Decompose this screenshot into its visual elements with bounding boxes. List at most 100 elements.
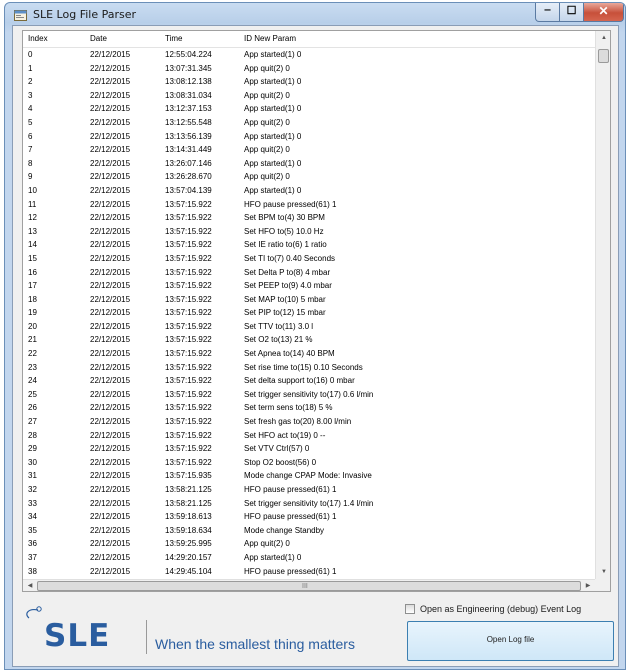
cell-index: 10	[28, 185, 37, 195]
cell-id-new-param: Set PEEP to(9) 4.0 mbar	[244, 281, 332, 291]
cell-index: 26	[28, 403, 37, 413]
table-row[interactable]: 37 22/12/2015 14:29:20.157 App started(1) 0	[23, 551, 595, 565]
cell-id-new-param: Set VTV Ctrl(57) 0	[244, 444, 310, 454]
scroll-up-icon[interactable]: ▲	[596, 31, 610, 45]
cell-index: 19	[28, 308, 37, 318]
maximize-button[interactable]: ☐	[560, 3, 584, 22]
table-row[interactable]: 24 22/12/2015 13:57:15.922 Set delta suppor…	[23, 374, 595, 388]
cell-time: 13:57:15.922	[165, 444, 212, 454]
cell-date: 22/12/2015	[90, 376, 131, 386]
cell-time: 13:57:15.922	[165, 376, 212, 386]
cell-date: 22/12/2015	[90, 362, 131, 372]
cell-time: 13:57:15.922	[165, 267, 212, 277]
table-row[interactable]: 32 22/12/2015 13:58:21.125 HFO pause presse…	[23, 483, 595, 497]
scroll-right-icon[interactable]: ▶	[581, 580, 595, 591]
vertical-scrollbar[interactable]: ▲ ▼	[595, 31, 610, 579]
app-icon[interactable]	[14, 9, 27, 21]
table-row[interactable]: 8 22/12/2015 13:26:07.146 App started(1) 0	[23, 157, 595, 171]
cell-index: 28	[28, 430, 37, 440]
column-header-time[interactable]: Time	[165, 34, 182, 43]
table-row[interactable]: 35 22/12/2015 13:59:18.634 Mode change Stan…	[23, 524, 595, 538]
cell-date: 22/12/2015	[90, 552, 131, 562]
table-row[interactable]: 34 22/12/2015 13:59:18.613 HFO pause presse…	[23, 510, 595, 524]
scroll-grip: III	[302, 583, 308, 590]
debug-checkbox-label[interactable]: Open as Engineering (debug) Event Log	[420, 604, 581, 614]
scroll-left-icon[interactable]: ◀	[23, 580, 37, 591]
table-row[interactable]: 0 22/12/2015 12:55:04.224 App started(1) 0	[23, 48, 595, 62]
cell-time: 12:55:04.224	[165, 50, 212, 59]
table-row[interactable]: 25 22/12/2015 13:57:15.922 Set trigger sens…	[23, 388, 595, 402]
table-row[interactable]: 11 22/12/2015 13:57:15.922 HFO pause presse…	[23, 198, 595, 212]
cell-id-new-param: HFO pause pressed(61) 1	[244, 512, 337, 522]
debug-checkbox[interactable]	[405, 604, 415, 614]
table-row[interactable]: 21 22/12/2015 13:57:15.922 Set O2 to(13) 21…	[23, 333, 595, 347]
table-row[interactable]: 1 22/12/2015 13:07:31.345 App quit(2) 0	[23, 62, 595, 76]
table-row[interactable]: 12 22/12/2015 13:57:15.922 Set BPM to(4) 30…	[23, 211, 595, 225]
table-row[interactable]: 26 22/12/2015 13:57:15.922 Set term sens to…	[23, 401, 595, 415]
cell-id-new-param: Set Delta P to(8) 4 mbar	[244, 267, 331, 277]
table-row[interactable]: 3 22/12/2015 13:08:31.034 App quit(2) 0	[23, 89, 595, 103]
cell-date: 22/12/2015	[90, 457, 131, 467]
cell-index: 34	[28, 512, 37, 522]
cell-index: 5	[28, 117, 33, 127]
cell-time: 13:59:18.634	[165, 525, 212, 535]
log-grid[interactable]: Index Date Time ID New Param 0 22/12/2015…	[22, 30, 611, 592]
cell-time: 13:58:21.125	[165, 498, 212, 508]
table-row[interactable]: 20 22/12/2015 13:57:15.922 Set TTV to(11) 3…	[23, 320, 595, 334]
cell-date: 22/12/2015	[90, 158, 131, 168]
table-row[interactable]: 16 22/12/2015 13:57:15.922 Set Delta P to(8…	[23, 266, 595, 280]
cell-time: 13:58:21.125	[165, 485, 212, 494]
cell-date: 22/12/2015	[90, 485, 131, 494]
table-row[interactable]: 27 22/12/2015 13:57:15.922 Set fresh gas to…	[23, 415, 595, 429]
table-row[interactable]: 29 22/12/2015 13:57:15.922 Set VTV Ctrl(57)…	[23, 442, 595, 456]
cell-index: 15	[28, 253, 37, 263]
table-row[interactable]: 7 22/12/2015 13:14:31.449 App quit(2) 0	[23, 143, 595, 157]
cell-time: 13:57:15.922	[165, 457, 212, 467]
table-row[interactable]: 38 22/12/2015 14:29:45.104 HFO pause presse…	[23, 565, 595, 579]
table-row[interactable]: 6 22/12/2015 13:13:56.139 App started(1) 0	[23, 130, 595, 144]
table-row[interactable]: 36 22/12/2015 13:59:25.995 App quit(2) 0	[23, 537, 595, 551]
table-row[interactable]: 31 22/12/2015 13:57:15.935 Mode change CPAP…	[23, 469, 595, 483]
table-row[interactable]: 10 22/12/2015 13:57:04.139 App started(1) 0	[23, 184, 595, 198]
minimize-button[interactable]: ‒	[535, 3, 560, 22]
table-row[interactable]: 23 22/12/2015 13:57:15.922 Set rise time to…	[23, 361, 595, 375]
cell-index: 18	[28, 294, 37, 304]
column-header-index[interactable]: Index	[28, 34, 48, 43]
table-row[interactable]: 13 22/12/2015 13:57:15.922 Set HFO to(5) 10…	[23, 225, 595, 239]
title-bar[interactable]: SLE Log File Parser ‒ ☐ ✕	[5, 3, 625, 25]
cell-time: 13:57:15.922	[165, 349, 212, 359]
table-row[interactable]: 28 22/12/2015 13:57:15.922 Set HFO act to(1…	[23, 429, 595, 443]
cell-id-new-param: App started(1) 0	[244, 185, 302, 195]
column-header-date[interactable]: Date	[90, 34, 107, 43]
cell-index: 2	[28, 77, 33, 87]
table-row[interactable]: 17 22/12/2015 13:57:15.922 Set PEEP to(9) 4…	[23, 279, 595, 293]
horizontal-scroll-thumb[interactable]: III	[37, 581, 581, 591]
table-row[interactable]: 2 22/12/2015 13:08:12.138 App started(1) 0	[23, 75, 595, 89]
table-row[interactable]: 14 22/12/2015 13:57:15.922 Set IE ratio to(…	[23, 238, 595, 252]
cell-index: 27	[28, 417, 37, 427]
table-row[interactable]: 33 22/12/2015 13:58:21.125 Set trigger sens…	[23, 497, 595, 511]
table-row[interactable]: 18 22/12/2015 13:57:15.922 Set MAP to(10) 5…	[23, 293, 595, 307]
table-row[interactable]: 30 22/12/2015 13:57:15.922 Stop O2 boost(56…	[23, 456, 595, 470]
window-title: SLE Log File Parser	[33, 8, 137, 21]
table-row[interactable]: 19 22/12/2015 13:57:15.922 Set PIP to(12) 1…	[23, 306, 595, 320]
cell-time: 13:57:15.922	[165, 308, 212, 318]
cell-index: 35	[28, 525, 37, 535]
cell-id-new-param: Set HFO act to(19) 0 --	[244, 430, 326, 440]
close-button[interactable]: ✕	[584, 3, 624, 22]
cell-date: 22/12/2015	[90, 77, 131, 87]
horizontal-scrollbar[interactable]: ◀ III ▶	[23, 579, 595, 591]
vertical-scroll-thumb[interactable]	[598, 49, 609, 63]
open-log-file-button[interactable]: Open Log file	[407, 621, 614, 661]
table-row[interactable]: 22 22/12/2015 13:57:15.922 Set Apnea to(14)…	[23, 347, 595, 361]
column-header-id-new-param[interactable]: ID New Param	[244, 34, 296, 43]
table-row[interactable]: 5 22/12/2015 13:12:55.548 App quit(2) 0	[23, 116, 595, 130]
cell-time: 13:57:15.922	[165, 240, 212, 250]
table-row[interactable]: 15 22/12/2015 13:57:15.922 Set TI to(7) 0.4…	[23, 252, 595, 266]
cell-date: 22/12/2015	[90, 512, 131, 522]
table-row[interactable]: 9 22/12/2015 13:26:28.670 App quit(2) 0	[23, 170, 595, 184]
cell-index: 3	[28, 90, 33, 100]
table-row[interactable]: 4 22/12/2015 13:12:37.153 App started(1) 0	[23, 102, 595, 116]
cell-id-new-param: Set Apnea to(14) 40 BPM	[244, 349, 335, 359]
scroll-down-icon[interactable]: ▼	[596, 565, 610, 579]
